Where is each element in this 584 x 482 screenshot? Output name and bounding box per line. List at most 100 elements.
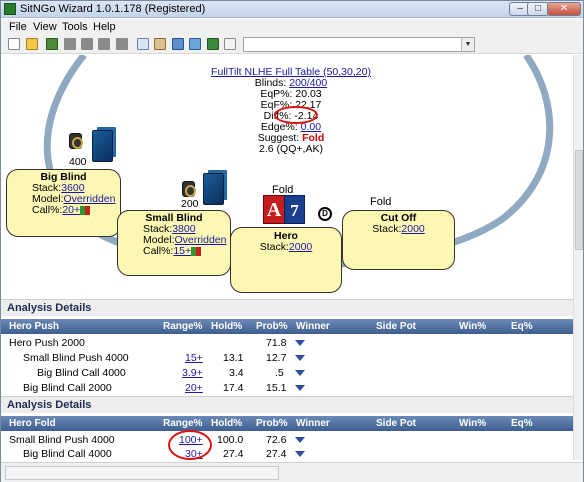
col-header-eq: Eq%: [511, 418, 533, 429]
open-icon[interactable]: [26, 38, 38, 50]
col-header-winner: Winner: [296, 321, 330, 332]
call-label: Call%:: [143, 245, 174, 257]
hero-card-ace: A: [263, 195, 285, 224]
stack-link[interactable]: 2000: [289, 241, 312, 253]
gray-icon[interactable]: [98, 38, 110, 50]
row-hold: 17.4: [223, 382, 244, 394]
col-header-prob: Prob%: [256, 418, 288, 429]
col-header-hold: Hold%: [211, 418, 243, 429]
menu-file[interactable]: File: [9, 21, 27, 33]
new-icon[interactable]: [8, 38, 20, 50]
col-header-winner: Winner: [296, 418, 330, 429]
diff-highlight-ellipse: [274, 106, 318, 124]
table-row[interactable]: Big Blind Call 2000 20+ 17.4 15.1: [1, 380, 573, 395]
document-icon[interactable]: [224, 38, 236, 50]
row-range-link[interactable]: 20+: [185, 382, 203, 394]
row-prob: 72.6: [266, 434, 287, 446]
image-icon[interactable]: [172, 38, 184, 50]
row-name: Big Blind Call 2000: [23, 382, 112, 394]
range-color-icon: [85, 205, 91, 215]
hero-card-seven: 7: [284, 195, 305, 224]
row-name: Small Blind Push 4000: [23, 352, 129, 364]
analysis-section-title: Analysis Details: [1, 299, 573, 316]
paste-icon[interactable]: [154, 38, 166, 50]
dealer-button-icon: D: [318, 207, 332, 221]
poker-table-area: FullTilt NLHE Full Table (50,30,20) Blin…: [1, 55, 573, 295]
col-header-name: Hero Fold: [9, 418, 56, 429]
range-color-icon: [196, 246, 202, 256]
col-header-win: Win%: [459, 321, 487, 332]
row-name: Big Blind Call 4000: [23, 448, 112, 460]
export-icon[interactable]: [189, 38, 201, 50]
table-row[interactable]: Big Blind Call 4000 3.9+ 3.4 .5: [1, 365, 573, 380]
card-back-icon: [92, 130, 113, 162]
app-window: SitNGo Wizard 1.0.1.178 (Registered) – □…: [0, 0, 584, 482]
expand-arrow-icon[interactable]: [295, 385, 305, 391]
row-hold: 100.0: [217, 434, 244, 446]
check-icon[interactable]: [207, 38, 219, 50]
row-name: Big Blind Call 4000: [37, 367, 126, 379]
cutoff-action-link[interactable]: Fold: [370, 196, 391, 208]
table-select[interactable]: ▼: [243, 37, 475, 52]
chevron-down-icon[interactable]: ▼: [461, 38, 474, 51]
menu-help[interactable]: Help: [93, 21, 116, 33]
chips-icon: [182, 181, 196, 197]
expand-arrow-icon[interactable]: [295, 451, 305, 457]
table-row[interactable]: Hero Push 2000 71.8: [1, 335, 573, 350]
stack-label: Stack:: [372, 223, 402, 235]
col-header-side-pot: Side Pot: [376, 418, 417, 429]
row-range-link[interactable]: 3.9+: [182, 367, 203, 379]
menu-tools[interactable]: Tools: [62, 21, 88, 33]
call-link[interactable]: 20+: [62, 204, 80, 216]
seat-small-blind[interactable]: Small Blind Stack:3800 Model:Overridden …: [117, 210, 231, 276]
stack-label: Stack:: [259, 241, 289, 253]
close-button[interactable]: ✕: [547, 2, 581, 16]
row-name: Hero Push 2000: [9, 337, 85, 349]
copy-icon[interactable]: [137, 38, 149, 50]
title-bar: SitNGo Wizard 1.0.1.178 (Registered) – □…: [1, 1, 583, 18]
table-row[interactable]: Small Blind Push 4000 100+ 100.0 72.6: [1, 432, 573, 447]
expand-arrow-icon[interactable]: [295, 370, 305, 376]
toolbar: ▼: [1, 35, 583, 54]
col-header-range: Range%: [163, 321, 203, 332]
row-prob: .5: [275, 367, 284, 379]
col-header-win: Win%: [459, 418, 487, 429]
row-hold: 3.4: [229, 367, 244, 379]
row-hold: 13.1: [223, 352, 244, 364]
table-row[interactable]: Big Blind Call 4000 30+ 27.4 27.4: [1, 447, 573, 461]
scrollbar-thumb[interactable]: [575, 150, 583, 250]
seat-hero[interactable]: Hero Stack:2000: [230, 227, 342, 293]
seat-big-blind[interactable]: Big Blind Stack:3600 Model:Overridden Ca…: [6, 169, 121, 237]
row-prob: 71.8: [266, 337, 287, 349]
col-header-eq: Eq%: [511, 321, 533, 332]
stack-link[interactable]: 2000: [401, 223, 424, 235]
expand-arrow-icon[interactable]: [295, 340, 305, 346]
expand-arrow-icon[interactable]: [295, 355, 305, 361]
col-header-side-pot: Side Pot: [376, 321, 417, 332]
seat-cut-off[interactable]: Cut Off Stack:2000: [342, 210, 455, 270]
big-blind-bet: 400: [69, 156, 87, 168]
table-row[interactable]: Small Blind Push 4000 15+ 13.1 12.7: [1, 350, 573, 365]
call-link[interactable]: 15+: [173, 245, 191, 257]
range-highlight-ellipse: [168, 430, 212, 460]
col-header-prob: Prob%: [256, 321, 288, 332]
vertical-scrollbar[interactable]: [573, 55, 583, 460]
row-hold: 27.4: [223, 448, 244, 460]
col-header-name: Hero Push: [9, 321, 60, 332]
row-prob: 27.4: [266, 448, 287, 460]
home-icon[interactable]: [46, 38, 58, 50]
analysis-section-title: Analysis Details: [1, 396, 573, 413]
expand-arrow-icon[interactable]: [295, 437, 305, 443]
col-header-range: Range%: [163, 418, 203, 429]
analysis-header-row: Hero Fold Range% Hold% Prob% Winner Side…: [1, 416, 573, 431]
gray-icon[interactable]: [64, 38, 76, 50]
row-name: Small Blind Push 4000: [9, 434, 115, 446]
row-prob: 15.1: [266, 382, 287, 394]
gray-icon[interactable]: [116, 38, 128, 50]
row-range-link[interactable]: 15+: [185, 352, 203, 364]
maximize-button[interactable]: □: [527, 2, 549, 16]
gray-icon[interactable]: [81, 38, 93, 50]
app-logo-icon: [4, 3, 16, 15]
menu-view[interactable]: View: [33, 21, 57, 33]
col-header-hold: Hold%: [211, 321, 243, 332]
